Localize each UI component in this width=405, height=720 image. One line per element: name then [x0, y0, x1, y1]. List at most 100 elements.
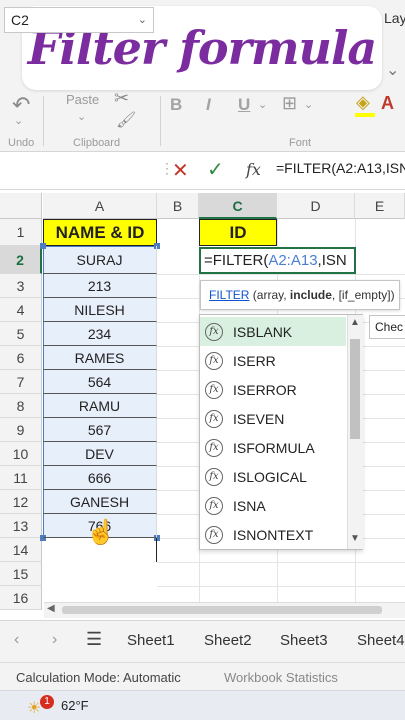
cut-icon[interactable]: ✂ — [114, 88, 129, 109]
prev-sheet-icon[interactable]: ‹ — [14, 631, 19, 649]
autocomplete-label: ISNA — [233, 497, 266, 514]
function-icon: fx — [205, 409, 223, 428]
scroll-down-icon[interactable]: ▼ — [350, 533, 360, 544]
active-cell-c2[interactable]: =FILTER(A2:A13,ISN — [199, 247, 356, 274]
scroll-left-icon[interactable]: ◀ — [47, 603, 55, 614]
fill-color-icon[interactable]: ◈ — [356, 92, 370, 113]
gridline — [157, 274, 405, 275]
fill-color-swatch — [355, 113, 375, 117]
column-header-d[interactable]: D — [277, 193, 355, 219]
ribbon-chevron-icon[interactable]: ⌄ — [386, 60, 399, 80]
column-header-c[interactable]: C — [199, 193, 277, 219]
autocomplete-scroll-thumb[interactable] — [350, 339, 360, 439]
row-header[interactable]: 10 — [0, 442, 42, 466]
row-header[interactable]: 3 — [0, 274, 42, 298]
row-header[interactable]: 2 — [0, 246, 42, 274]
next-sheet-icon[interactable]: › — [52, 631, 57, 649]
column-header-b[interactable]: B — [157, 193, 199, 219]
insert-function-icon[interactable]: fx — [246, 160, 261, 179]
name-box[interactable]: C2 ⌄ — [4, 7, 154, 33]
paste-label[interactable]: Paste — [66, 92, 99, 107]
row-header[interactable]: 13 — [0, 514, 42, 538]
column-header-e[interactable]: E — [355, 193, 405, 219]
cell-a11[interactable]: 666 — [43, 466, 157, 490]
calculation-mode: Calculation Mode: Automatic — [16, 670, 181, 685]
row-header[interactable]: 1 — [0, 219, 42, 246]
borders-icon[interactable]: ⊞ — [282, 93, 297, 114]
cell-a2[interactable]: SURAJ — [43, 246, 157, 274]
tab-sheet2[interactable]: Sheet2 — [204, 632, 252, 649]
autocomplete-item[interactable]: fx ISFORMULA — [200, 433, 346, 462]
autocomplete-item[interactable]: fx ISERR — [200, 346, 346, 375]
scroll-up-icon[interactable]: ▲ — [350, 317, 360, 328]
autocomplete-item[interactable]: fx ISBLANK — [200, 317, 346, 346]
autocomplete-item[interactable]: fx ISEVEN — [200, 404, 346, 433]
autocomplete-label: ISERR — [233, 352, 276, 369]
check-button[interactable]: Chec — [369, 315, 405, 339]
row-header[interactable]: 5 — [0, 322, 42, 346]
function-tooltip: FILTER (array, include, [if_empty]) — [200, 280, 400, 310]
undo-dropdown-icon[interactable]: ⌄ — [14, 114, 23, 127]
autocomplete-item[interactable]: fx ISLOGICAL — [200, 462, 346, 491]
row-header[interactable]: 6 — [0, 346, 42, 370]
autocomplete-label: ISERROR — [233, 381, 297, 398]
cell-a8[interactable]: RAMU — [43, 394, 157, 418]
row-header[interactable]: 12 — [0, 490, 42, 514]
cell-a7[interactable]: 564 — [43, 370, 157, 394]
formula-prefix: =FILTER( — [204, 252, 269, 269]
function-icon: fx — [205, 322, 223, 341]
function-icon: fx — [205, 438, 223, 457]
autocomplete-label: ISEVEN — [233, 410, 285, 427]
row-header[interactable]: 9 — [0, 418, 42, 442]
font-group-label: Font — [289, 137, 312, 149]
borders-dropdown-icon[interactable]: ⌄ — [304, 98, 313, 111]
tab-sheet4[interactable]: Sheet4 — [357, 632, 405, 649]
row-header[interactable]: 16 — [0, 586, 42, 610]
cell-a12[interactable]: GANESH — [43, 490, 157, 514]
function-autocomplete-list[interactable]: fx ISBLANK fx ISERR fx ISERROR fx ISEVEN fx I… — [199, 314, 363, 550]
enter-check-icon[interactable]: ✓ — [207, 157, 224, 182]
cell-a9[interactable]: 567 — [43, 418, 157, 442]
font-color-icon[interactable]: A — [381, 93, 394, 114]
italic-button[interactable]: I — [206, 95, 211, 115]
row-header[interactable]: 4 — [0, 298, 42, 322]
cell-a1[interactable]: NAME & ID — [43, 219, 157, 246]
autocomplete-item[interactable]: fx ISNONTEXT — [200, 520, 346, 549]
bold-button[interactable]: B — [170, 95, 182, 115]
cell-a3[interactable]: 213 — [43, 274, 157, 298]
underline-dropdown-icon[interactable]: ⌄ — [258, 98, 267, 111]
formula-input[interactable]: =FILTER(A2:A13,ISN — [276, 160, 405, 176]
paste-dropdown-icon[interactable]: ⌄ — [77, 110, 86, 123]
layout-tab-partial[interactable]: Lay — [384, 10, 405, 26]
cell-c1[interactable]: ID — [199, 219, 277, 246]
row-header[interactable]: 14 — [0, 538, 42, 562]
autocomplete-item[interactable]: fx ISERROR — [200, 375, 346, 404]
workbook-statistics[interactable]: Workbook Statistics — [224, 670, 338, 685]
cell-a6[interactable]: RAMES — [43, 346, 157, 370]
tab-sheet1[interactable]: Sheet1 — [127, 632, 175, 649]
function-icon: fx — [205, 525, 223, 544]
row-header[interactable]: 11 — [0, 466, 42, 490]
weather-temperature[interactable]: 62°F — [61, 698, 89, 713]
row-header[interactable]: 7 — [0, 370, 42, 394]
underline-button[interactable]: U — [238, 95, 250, 115]
chevron-down-icon[interactable]: ⌄ — [138, 8, 147, 32]
cell-a5[interactable]: 234 — [43, 322, 157, 346]
tab-sheet3[interactable]: Sheet3 — [280, 632, 328, 649]
tooltip-function-link[interactable]: FILTER — [209, 288, 249, 302]
row-header[interactable]: 15 — [0, 562, 42, 586]
horizontal-scroll-thumb[interactable] — [62, 606, 382, 614]
format-painter-icon[interactable]: 🖌 — [116, 110, 136, 130]
cancel-icon[interactable]: ✕ — [172, 158, 189, 183]
sheet-list-icon[interactable]: ☰ — [86, 629, 102, 650]
autocomplete-label: ISBLANK — [233, 323, 293, 340]
cell-a4[interactable]: NILESH — [43, 298, 157, 322]
function-icon: fx — [205, 496, 223, 515]
row-header[interactable]: 8 — [0, 394, 42, 418]
cell-a10[interactable]: DEV — [43, 442, 157, 466]
column-header-a[interactable]: A — [43, 193, 157, 219]
autocomplete-item[interactable]: fx ISNA — [200, 491, 346, 520]
select-all-corner[interactable] — [0, 193, 42, 219]
formula-suffix: ,ISN — [317, 252, 347, 269]
name-box-value: C2 — [11, 12, 29, 28]
